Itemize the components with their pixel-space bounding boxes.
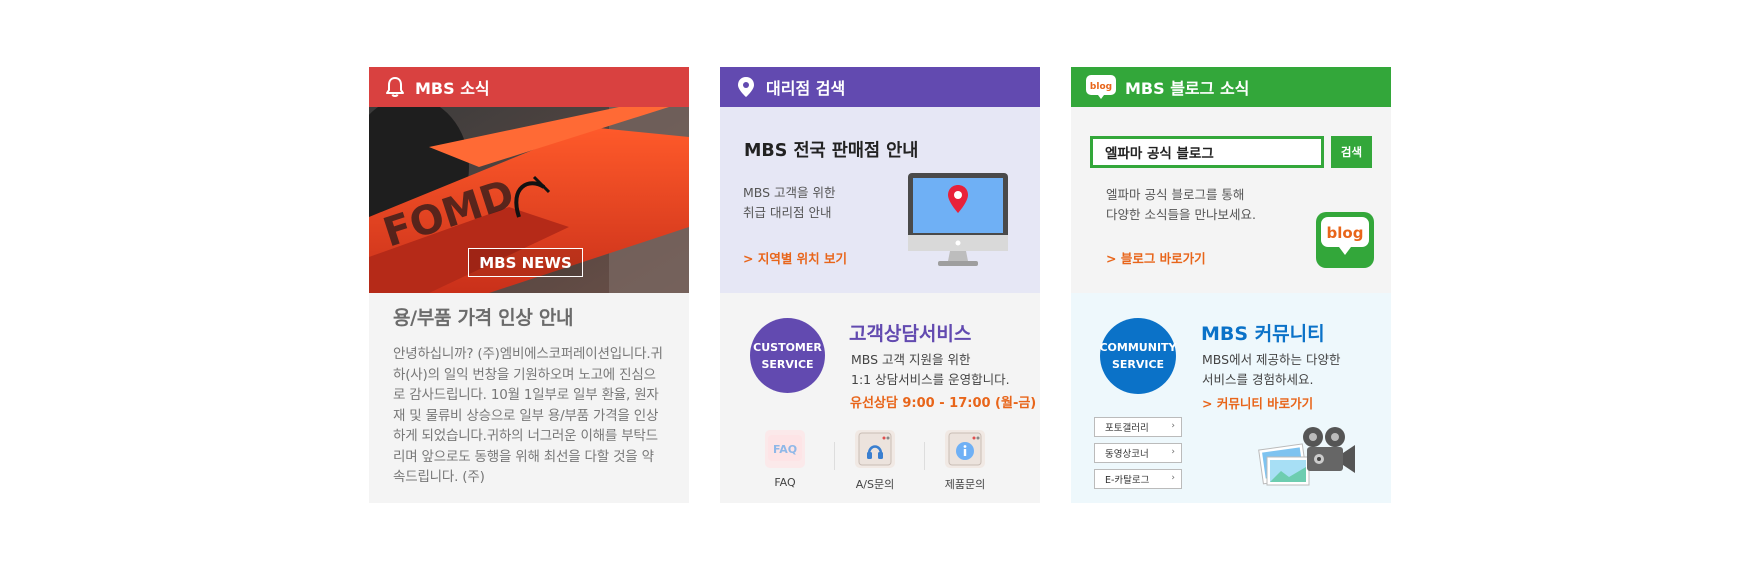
news-panel: MBS 소식 FOMD MBS NEWS 용/부품 가격 인상 안내 안녕하십니… xyxy=(369,67,689,503)
community-badge-line2: SERVICE xyxy=(1111,358,1165,371)
product-inquiry-button[interactable]: 제품문의 xyxy=(935,430,995,492)
community-shortcut-link[interactable]: > 커뮤니티 바로가기 xyxy=(1202,393,1313,412)
cs-desc-line1: MBS 고객 지원을 위한 xyxy=(851,352,971,367)
cs-desc-line2: 1:1 상담서비스를 운영합니다. xyxy=(851,372,1010,387)
camera-gallery-icon xyxy=(1258,427,1355,486)
chevron-right-icon: › xyxy=(1171,421,1175,431)
community-service-badge: COMMUNITY SERVICE xyxy=(1099,318,1177,394)
blog-desc-line2: 다양한 소식들을 만나보세요. xyxy=(1106,207,1256,222)
chevron-right-icon: › xyxy=(1171,473,1175,483)
blog-logo-text: blog xyxy=(1327,224,1364,242)
faq-button[interactable]: FAQ FAQ xyxy=(755,430,815,489)
blog-icon: blog xyxy=(1085,75,1117,99)
blog-header-title: MBS 블로그 소식 xyxy=(1125,79,1250,98)
faq-icon-text: FAQ xyxy=(773,443,797,456)
blog-header: blog MBS 블로그 소식 xyxy=(1071,67,1391,107)
info-icon xyxy=(945,430,985,468)
as-inquiry-label: A/S문의 xyxy=(855,478,895,491)
dealer-panel: 대리점 검색 MBS 전국 판매점 안내 MBS 고객을 위한 취급 대리점 안… xyxy=(720,67,1040,503)
news-tag: MBS NEWS xyxy=(468,248,583,277)
customer-service-section: CUSTOMER SERVICE 고객상담서비스 MBS 고객 지원을 위한 1… xyxy=(720,293,1040,503)
community-desc-line1: MBS에서 제공하는 다양한 xyxy=(1202,352,1341,367)
blog-description: 엘파마 공식 블로그를 통해 다양한 소식들을 만나보세요. xyxy=(1106,185,1256,225)
news-article[interactable]: 용/부품 가격 인상 안내 안녕하십니까? (주)엠비에스코퍼레이션입니다.귀하… xyxy=(369,293,689,503)
blog-search-button[interactable]: 검색 xyxy=(1331,136,1372,168)
blog-logo-icon: blog xyxy=(1316,212,1374,268)
product-inquiry-label: 제품문의 xyxy=(944,478,986,491)
blog-section: 검색 엘파마 공식 블로그를 통해 다양한 소식들을 만나보세요. > 블로그 … xyxy=(1071,107,1391,293)
blog-panel: blog MBS 블로그 소식 검색 엘파마 공식 블로그를 통해 다양한 소식… xyxy=(1071,67,1391,503)
chevron-right-icon: › xyxy=(1171,447,1175,457)
blog-shortcut-link[interactable]: > 블로그 바로가기 xyxy=(1106,248,1206,267)
faq-icon: FAQ xyxy=(765,430,805,468)
customer-badge-line1: CUSTOMER xyxy=(753,340,822,354)
dealer-desc-line2: 취급 대리점 안내 xyxy=(743,205,832,220)
community-desc-line2: 서비스를 경험하세요. xyxy=(1202,372,1314,387)
news-title[interactable]: 용/부품 가격 인상 안내 xyxy=(393,303,665,330)
divider xyxy=(924,442,925,470)
news-text: 안녕하십니까? (주)엠비에스코퍼레이션입니다.귀하(사)의 일익 번창을 기원… xyxy=(393,346,663,485)
e-catalog-button[interactable]: E-카탈로그 › xyxy=(1094,469,1182,489)
as-inquiry-icon xyxy=(855,430,895,468)
photo-gallery-button[interactable]: 포토갤러리 › xyxy=(1094,417,1182,437)
blog-desc-line1: 엘파마 공식 블로그를 통해 xyxy=(1106,187,1245,202)
blog-search-input[interactable] xyxy=(1090,136,1324,168)
video-corner-button[interactable]: 동영상코너 › xyxy=(1094,443,1182,463)
news-photo[interactable]: FOMD MBS NEWS xyxy=(369,107,689,293)
customer-service-links: FAQ FAQ A/S문의 제품문의 xyxy=(755,430,1015,498)
monitor-location-icon xyxy=(908,173,1008,266)
dealer-header: 대리점 검색 xyxy=(720,67,1040,107)
customer-service-title: 고객상담서비스 xyxy=(849,323,972,345)
news-header: MBS 소식 xyxy=(369,67,689,107)
customer-badge-line2: SERVICE xyxy=(761,357,814,371)
customer-service-badge: CUSTOMER SERVICE xyxy=(750,318,825,393)
photo-gallery-label: 포토갤러리 xyxy=(1105,423,1149,434)
community-title: MBS 커뮤니티 xyxy=(1201,323,1325,345)
customer-service-description: MBS 고객 지원을 위한 1:1 상담서비스를 운영합니다. xyxy=(851,350,1010,390)
e-catalog-label: E-카탈로그 xyxy=(1105,475,1150,486)
dealer-title: MBS 전국 판매점 안내 xyxy=(744,141,919,161)
dealer-description: MBS 고객을 위한 취급 대리점 안내 xyxy=(743,183,893,223)
news-header-title: MBS 소식 xyxy=(415,79,490,98)
map-pin-icon xyxy=(734,75,758,99)
as-inquiry-button[interactable]: A/S문의 xyxy=(845,430,905,492)
phone-hours: 유선상담 9:00 - 17:00 (월-금) xyxy=(850,396,1037,411)
community-section: COMMUNITY SERVICE MBS 커뮤니티 MBS에서 제공하는 다양… xyxy=(1071,293,1391,503)
dealer-header-title: 대리점 검색 xyxy=(766,79,846,98)
dealer-section: MBS 전국 판매점 안내 MBS 고객을 위한 취급 대리점 안내 > 지역별… xyxy=(720,107,1040,293)
dealer-desc-line1: MBS 고객을 위한 xyxy=(743,185,836,200)
community-description: MBS에서 제공하는 다양한 서비스를 경험하세요. xyxy=(1202,350,1341,390)
blog-icon-text: blog xyxy=(1090,82,1112,92)
bell-icon xyxy=(383,75,407,99)
video-corner-label: 동영상코너 xyxy=(1105,449,1149,460)
faq-label: FAQ xyxy=(774,476,796,489)
divider xyxy=(834,442,835,470)
community-badge-line1: COMMUNITY xyxy=(1099,341,1177,354)
region-location-link[interactable]: > 지역별 위치 보기 xyxy=(743,248,847,267)
